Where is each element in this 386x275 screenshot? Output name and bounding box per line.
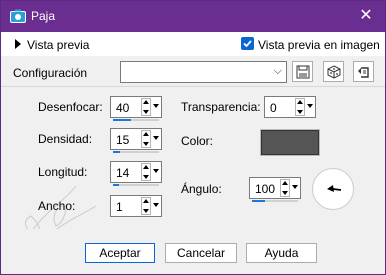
transparencia-value: 0 bbox=[270, 101, 277, 115]
angulo-value: 100 bbox=[255, 182, 276, 196]
dice-icon bbox=[327, 65, 341, 79]
stepper-arrows[interactable] bbox=[141, 197, 151, 215]
expand-arrow-icon[interactable] bbox=[15, 39, 21, 49]
angulo-label: Ángulo: bbox=[181, 182, 222, 196]
stepper-arrows[interactable] bbox=[295, 98, 305, 116]
desenfocar-value: 40 bbox=[116, 101, 130, 115]
stepper-arrows[interactable] bbox=[141, 98, 151, 116]
desenfocar-level bbox=[113, 119, 131, 121]
config-dropdown[interactable]: ⌵ bbox=[120, 61, 287, 83]
color-label: Color: bbox=[181, 134, 214, 148]
reset-button[interactable] bbox=[353, 61, 374, 82]
densidad-value: 15 bbox=[116, 133, 130, 147]
live-preview-label[interactable]: Vista previa en imagen bbox=[258, 38, 380, 52]
densidad-stepper[interactable]: 15 bbox=[110, 128, 162, 153]
dropdown-arrow-icon[interactable] bbox=[153, 136, 159, 140]
dropdown-arrow-icon[interactable] bbox=[153, 104, 159, 108]
live-preview-checkbox[interactable] bbox=[241, 37, 254, 50]
randomize-button[interactable] bbox=[323, 61, 344, 82]
help-button[interactable]: Ayuda bbox=[246, 243, 317, 263]
dropdown-arrow-icon[interactable] bbox=[153, 169, 159, 173]
dropdown-arrow-icon[interactable] bbox=[153, 203, 159, 207]
stepper-arrows[interactable] bbox=[141, 130, 151, 148]
save-icon bbox=[296, 65, 310, 79]
save-preset-button[interactable] bbox=[292, 61, 313, 82]
stepper-arrows[interactable] bbox=[141, 163, 151, 181]
dialog-window: Paja ✕ Vista previa Vista previa en imag… bbox=[0, 0, 386, 275]
transparencia-stepper[interactable]: 0 bbox=[264, 96, 316, 118]
camera-icon bbox=[10, 9, 26, 23]
dropdown-arrow-icon[interactable] bbox=[307, 104, 313, 108]
angulo-level bbox=[252, 200, 265, 202]
dropdown-arrow-icon[interactable] bbox=[292, 185, 298, 189]
densidad-label: Densidad: bbox=[38, 132, 93, 146]
densidad-level bbox=[113, 151, 120, 153]
angle-pointer-icon bbox=[327, 185, 342, 192]
config-row: Configuración ⌵ bbox=[1, 57, 385, 87]
desenfocar-label: Desenfocar: bbox=[38, 100, 103, 114]
color-swatch[interactable] bbox=[260, 129, 320, 156]
stepper-arrows[interactable] bbox=[280, 179, 290, 197]
window-title: Paja bbox=[31, 9, 56, 23]
cancel-button[interactable]: Cancelar bbox=[165, 243, 237, 263]
reset-icon bbox=[358, 67, 369, 78]
transparencia-label: Transparencia: bbox=[181, 100, 261, 114]
preview-toggle-label[interactable]: Vista previa bbox=[27, 38, 89, 52]
ok-button[interactable]: Aceptar bbox=[85, 243, 155, 263]
angle-dial[interactable] bbox=[312, 168, 354, 210]
preview-row: Vista previa Vista previa en imagen bbox=[1, 32, 385, 56]
config-label: Configuración bbox=[13, 66, 88, 80]
chevron-down-icon: ⌵ bbox=[273, 65, 282, 77]
checkmark-icon bbox=[243, 40, 252, 48]
angulo-stepper[interactable]: 100 bbox=[249, 177, 301, 202]
desenfocar-stepper[interactable]: 40 bbox=[110, 96, 162, 121]
button-bar: Aceptar Cancelar Ayuda bbox=[1, 229, 385, 274]
title-bar: Paja ✕ bbox=[1, 1, 385, 32]
close-icon[interactable]: ✕ bbox=[357, 7, 375, 25]
